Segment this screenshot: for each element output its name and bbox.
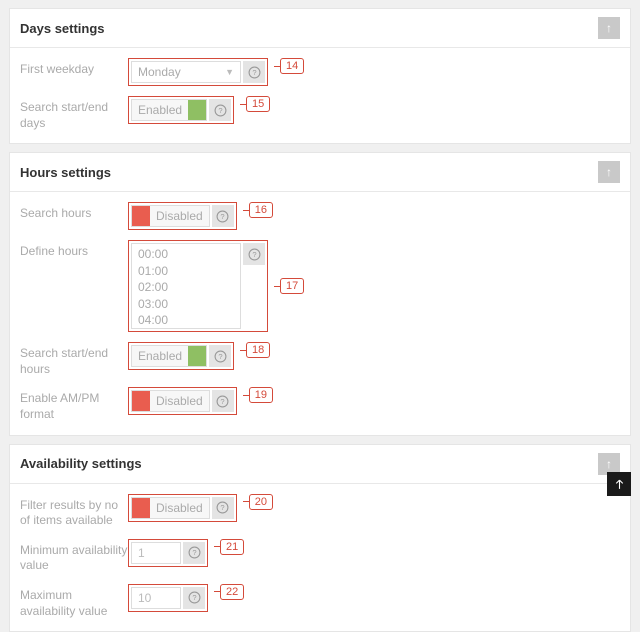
help-button[interactable]: ? (243, 61, 265, 83)
hours-settings-header: Hours settings ↑ (10, 153, 630, 192)
list-item[interactable]: 03:00 (138, 296, 234, 313)
hours-settings-panel: Hours settings ↑ Search hours Disabled ? (9, 152, 631, 435)
question-icon: ? (188, 546, 201, 559)
arrow-up-icon: ↑ (606, 165, 612, 179)
question-icon: ? (216, 501, 229, 514)
collapse-button[interactable]: ↑ (598, 161, 620, 183)
callout-20: 20 (243, 494, 273, 510)
svg-text:?: ? (221, 503, 225, 512)
question-icon: ? (188, 591, 201, 604)
svg-text:?: ? (192, 548, 196, 557)
question-icon: ? (214, 104, 227, 117)
callout-21: 21 (214, 539, 244, 555)
filter-results-toggle[interactable]: Disabled (131, 497, 210, 519)
help-button[interactable]: ? (209, 99, 231, 121)
help-button[interactable]: ? (212, 390, 234, 412)
first-weekday-label: First weekday (20, 58, 128, 78)
svg-text:?: ? (221, 397, 225, 406)
callout-18: 18 (240, 342, 270, 358)
min-availability-input[interactable]: 1 (131, 542, 181, 564)
question-icon: ? (214, 350, 227, 363)
collapse-button[interactable]: ↑ (598, 17, 620, 39)
help-button[interactable]: ? (212, 497, 234, 519)
search-days-label: Search start/end days (20, 96, 128, 131)
filter-results-label: Filter results by no of items available (20, 494, 128, 529)
help-button[interactable]: ? (212, 205, 234, 227)
svg-text:?: ? (252, 250, 256, 259)
chevron-down-icon: ▼ (225, 67, 234, 77)
availability-settings-title: Availability settings (20, 456, 142, 471)
days-settings-panel: Days settings ↑ First weekday Monday ▼ ? (9, 8, 631, 144)
svg-text:?: ? (192, 594, 196, 603)
search-startend-hours-toggle[interactable]: Enabled (131, 345, 207, 367)
availability-settings-panel: Availability settings ↑ Filter results b… (9, 444, 631, 632)
help-button[interactable]: ? (243, 243, 265, 265)
help-button[interactable]: ? (183, 587, 205, 609)
callout-22: 22 (214, 584, 244, 600)
svg-text:?: ? (218, 352, 222, 361)
min-availability-label: Minimum availability value (20, 539, 128, 574)
days-settings-title: Days settings (20, 21, 105, 36)
define-hours-listbox[interactable]: 00:00 01:00 02:00 03:00 04:00 05:00 (131, 243, 241, 329)
question-icon: ? (216, 395, 229, 408)
list-item[interactable]: 01:00 (138, 263, 234, 280)
help-button[interactable]: ? (183, 542, 205, 564)
callout-17: 17 (274, 278, 304, 294)
max-availability-label: Maximum availability value (20, 584, 128, 619)
list-item[interactable]: 04:00 (138, 312, 234, 329)
define-hours-label: Define hours (20, 240, 128, 260)
callout-16: 16 (243, 202, 273, 218)
first-weekday-value: Monday (138, 65, 181, 79)
callout-19: 19 (243, 387, 273, 403)
list-item[interactable]: 00:00 (138, 246, 234, 263)
search-hours-label: Search hours (20, 202, 128, 222)
svg-text:?: ? (252, 68, 256, 77)
arrow-up-icon (613, 478, 626, 491)
question-icon: ? (216, 210, 229, 223)
ampm-toggle[interactable]: Disabled (131, 390, 210, 412)
search-hours-toggle[interactable]: Disabled (131, 205, 210, 227)
hours-settings-title: Hours settings (20, 165, 111, 180)
max-availability-input[interactable]: 10 (131, 587, 181, 609)
search-days-toggle[interactable]: Enabled (131, 99, 207, 121)
first-weekday-select[interactable]: Monday ▼ (131, 61, 241, 83)
question-icon: ? (248, 66, 261, 79)
arrow-up-icon: ↑ (606, 21, 612, 35)
list-item[interactable]: 02:00 (138, 279, 234, 296)
days-settings-header: Days settings ↑ (10, 9, 630, 48)
callout-15: 15 (240, 96, 270, 112)
callout-14: 14 (274, 58, 304, 74)
search-startend-hours-label: Search start/end hours (20, 342, 128, 377)
scroll-to-top-button[interactable] (607, 472, 631, 496)
availability-settings-header: Availability settings ↑ (10, 445, 630, 484)
help-button[interactable]: ? (209, 345, 231, 367)
arrow-up-icon: ↑ (606, 457, 612, 471)
question-icon: ? (248, 248, 261, 261)
ampm-label: Enable AM/PM format (20, 387, 128, 422)
svg-text:?: ? (218, 106, 222, 115)
svg-text:?: ? (221, 212, 225, 221)
